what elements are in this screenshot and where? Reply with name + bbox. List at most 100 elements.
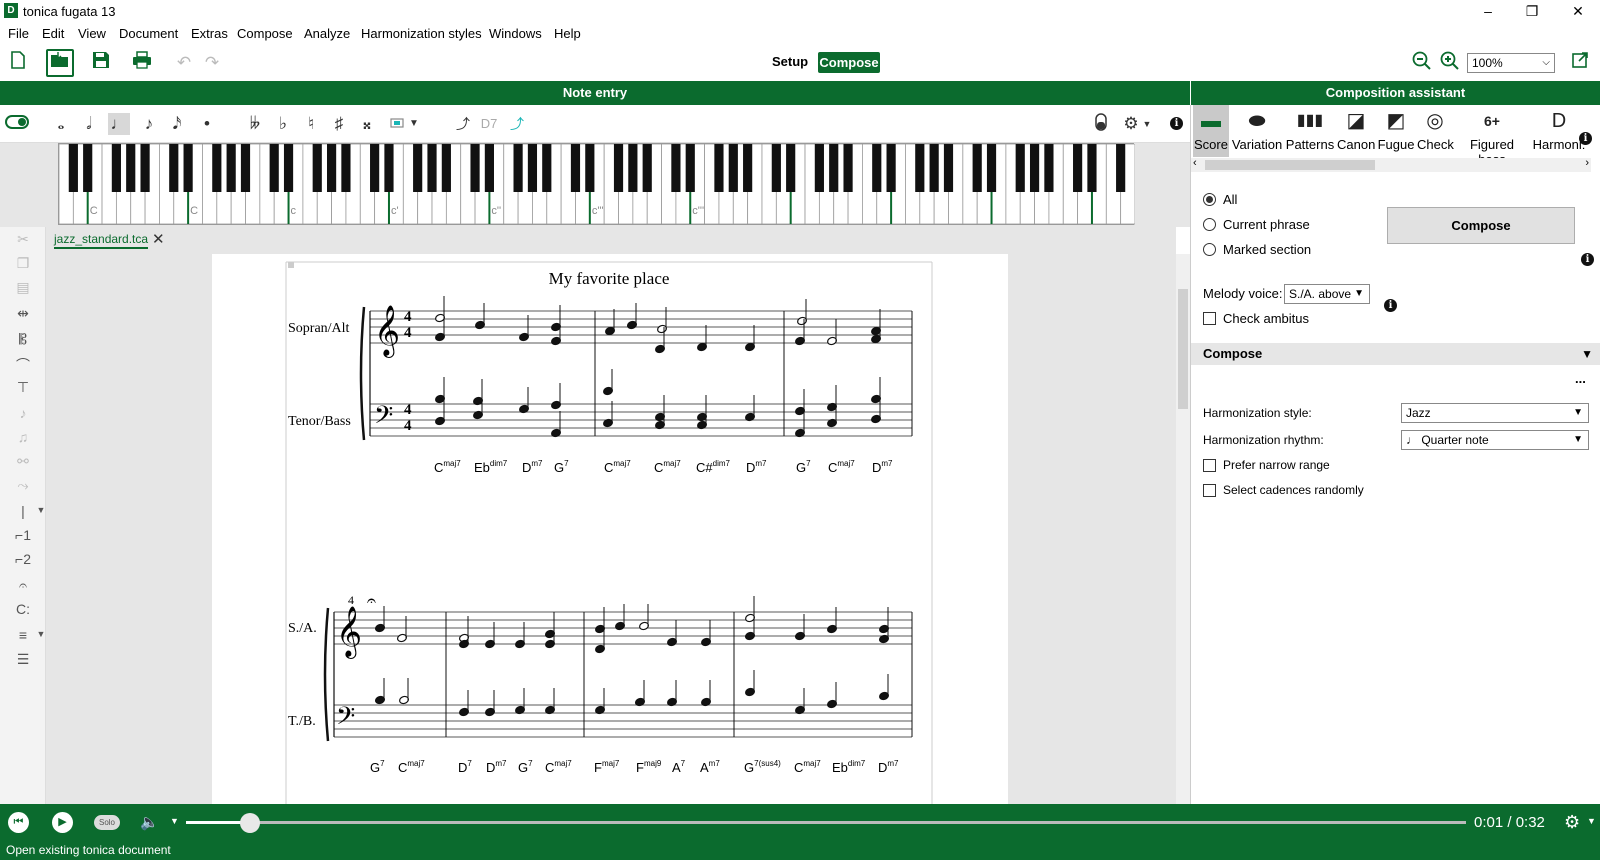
piano-black-key[interactable] — [1029, 144, 1040, 192]
sixteenth-note-icon[interactable]: 𝅘𝅥𝅯 — [166, 113, 188, 135]
half-note-icon[interactable]: 𝅗𝅥 — [78, 113, 100, 135]
piano-keys[interactable]: C Cc c' c'' c''' c'''' — [58, 143, 1136, 226]
chord-symbol[interactable]: Cmaj7 — [398, 759, 425, 775]
chord-symbol[interactable]: Dm7 — [872, 459, 893, 475]
lines-icon[interactable]: ☰ — [12, 651, 34, 671]
scope-all-radio[interactable] — [1203, 193, 1216, 206]
tab-figured-bass[interactable]: 6+ Figured bass — [1455, 105, 1529, 167]
chord-symbol[interactable]: Ebdim7 — [832, 759, 866, 775]
compose-section-header[interactable]: Compose ▼ — [1191, 343, 1600, 365]
redo-icon[interactable]: ↷ — [200, 51, 224, 75]
insert-measure-icon[interactable]: ⇹ — [12, 305, 34, 325]
piano-black-key[interactable] — [1073, 144, 1083, 192]
menu-windows[interactable]: Windows — [489, 26, 542, 41]
info-icon[interactable]: i — [1581, 253, 1594, 266]
coda-icon[interactable]: C: — [12, 601, 34, 621]
piano-black-key[interactable] — [427, 144, 437, 192]
double-flat-icon[interactable]: 𝄫 — [244, 113, 266, 135]
piano-black-key[interactable] — [642, 144, 652, 192]
fermata-top-icon[interactable]: ⊤ — [12, 379, 34, 399]
rewind-icon[interactable]: ⏮ — [8, 812, 29, 833]
piano-black-key[interactable] — [111, 144, 121, 192]
whole-note-icon[interactable]: 𝅝 — [50, 113, 72, 135]
piano-black-key[interactable] — [1087, 144, 1097, 192]
chord-symbol[interactable]: D7 — [458, 759, 472, 775]
harmonization-style-select[interactable]: Jazz ▼ — [1401, 403, 1589, 423]
menu-help[interactable]: Help — [554, 26, 581, 41]
clef-icon[interactable]: 𝄡 — [12, 331, 34, 351]
piano-black-key[interactable] — [886, 144, 896, 192]
select-cadences-checkbox[interactable] — [1203, 484, 1216, 497]
tab-variation[interactable]: ⬬ Variation — [1231, 105, 1283, 157]
collapse-triangle-icon[interactable]: ▼ — [1581, 343, 1593, 365]
piano-black-key[interactable] — [628, 144, 638, 192]
menu-document[interactable]: Document — [119, 26, 178, 41]
piano-black-key[interactable] — [384, 144, 394, 192]
chord-symbol[interactable]: Dm7 — [878, 759, 899, 775]
piano-black-key[interactable] — [786, 144, 796, 192]
piano-black-key[interactable] — [972, 144, 982, 192]
open-document-icon[interactable] — [46, 49, 74, 77]
print-icon[interactable] — [130, 51, 154, 75]
chord-symbol[interactable]: Dm7 — [746, 459, 767, 475]
piano-black-key[interactable] — [814, 144, 824, 192]
piano-black-key[interactable] — [68, 144, 78, 192]
natural-icon[interactable]: ♮ — [300, 113, 322, 135]
menu-file[interactable]: File — [8, 26, 29, 41]
volta-2-icon[interactable]: ⌐2 — [12, 551, 34, 571]
quarter-note-icon[interactable]: ♩ — [108, 113, 130, 135]
scrollbar-thumb[interactable] — [1205, 160, 1375, 170]
menu-analyze[interactable]: Analyze — [304, 26, 350, 41]
zoom-in-icon[interactable] — [1438, 51, 1462, 75]
slur-icon[interactable]: ⌒ — [12, 355, 34, 375]
tab-patterns[interactable]: ▮▮▮ Patterns — [1285, 105, 1335, 157]
close-tab-icon[interactable]: ✕ — [152, 230, 165, 248]
piano-keyboard[interactable]: C Cc c' c'' c''' c'''' — [58, 143, 1136, 226]
harmonization-rhythm-select[interactable]: ♩ Quarter note ▼ — [1401, 430, 1589, 450]
chevron-down-icon[interactable]: ▼ — [170, 816, 179, 826]
piano-black-key[interactable] — [341, 144, 351, 192]
metronome-settings-icon[interactable]: ⚙ — [1564, 812, 1580, 833]
chord-symbol[interactable]: Fmaj7 — [594, 759, 620, 775]
save-icon[interactable] — [89, 51, 113, 75]
piano-black-key[interactable] — [326, 144, 337, 192]
settings-gear-icon[interactable]: ⚙ — [1120, 113, 1142, 135]
piano-black-key[interactable] — [470, 144, 480, 192]
prefer-narrow-range-checkbox[interactable] — [1203, 459, 1216, 472]
piano-black-key[interactable] — [527, 144, 538, 192]
fermata-icon[interactable]: 𝄐 — [12, 577, 34, 597]
playback-slider-handle[interactable] — [240, 813, 260, 833]
piano-black-key[interactable] — [240, 144, 251, 192]
piano-black-key[interactable] — [943, 144, 954, 192]
tool-10-icon[interactable]: ⚯ — [12, 453, 34, 473]
tab-score[interactable]: ▬ Score — [1193, 105, 1229, 157]
copy-icon[interactable]: ❐ — [12, 255, 34, 275]
piano-black-key[interactable] — [929, 144, 939, 192]
chevron-down-icon[interactable]: ▼ — [1587, 816, 1596, 826]
chord-symbol[interactable]: G7(sus4) — [744, 759, 781, 775]
chord-symbol[interactable]: C#dim7 — [696, 459, 731, 475]
piano-black-key[interactable] — [843, 144, 853, 192]
maximize-button[interactable]: ❐ — [1510, 0, 1554, 22]
cut-icon[interactable]: ✂ — [12, 231, 34, 251]
piano-black-key[interactable] — [743, 144, 753, 192]
chord-symbol[interactable]: Dm7 — [486, 759, 507, 775]
sharp-icon[interactable]: ♯ — [328, 113, 350, 135]
chord-symbol[interactable]: Ebdim7 — [474, 459, 508, 475]
piano-black-key[interactable] — [212, 144, 222, 192]
chord-symbol[interactable]: A7 — [672, 759, 686, 775]
piano-black-key[interactable] — [542, 144, 552, 192]
tool-9-icon[interactable]: ♫ — [12, 429, 34, 449]
chord-symbol[interactable]: Cmaj7 — [654, 459, 681, 475]
volume-icon[interactable]: 🔈 — [140, 813, 159, 831]
piano-black-key[interactable] — [140, 144, 150, 192]
chord-symbol[interactable]: Dm7 — [522, 459, 543, 475]
chord-symbol[interactable]: Cmaj7 — [604, 459, 631, 475]
chord-symbol[interactable]: Am7 — [700, 759, 720, 775]
info-icon[interactable]: i — [1579, 132, 1592, 145]
check-ambitus-checkbox[interactable] — [1203, 312, 1216, 325]
tool-8-icon[interactable]: ♪ — [12, 405, 34, 425]
playback-track[interactable] — [186, 821, 1466, 824]
paste-icon[interactable]: ▤ — [12, 279, 34, 299]
piano-black-key[interactable] — [829, 144, 839, 192]
